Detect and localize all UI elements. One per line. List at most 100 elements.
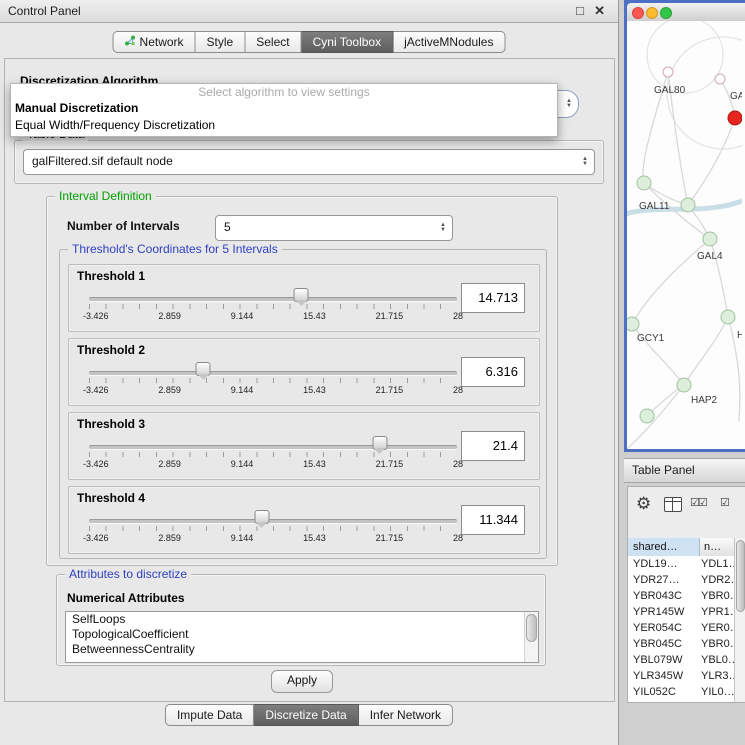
table-row[interactable]: YLR345WYLR3… (628, 668, 735, 684)
threshold-label: Threshold 1 (77, 269, 145, 283)
apply-button[interactable]: Apply (271, 670, 333, 693)
tick-label: 2.859 (158, 533, 181, 543)
network-node[interactable] (627, 317, 639, 331)
threshold-value-field[interactable]: 11.344 (461, 505, 525, 535)
tick-label: 9.144 (231, 459, 254, 469)
tab-label: Cyni Toolbox (313, 32, 381, 52)
threshold-slider[interactable]: -3.426 2.859 9.144 15.43 21.715 28 (89, 511, 457, 551)
network-node[interactable] (715, 74, 725, 84)
tab-label: Select (256, 32, 289, 52)
select-column-icon[interactable]: ☑ (720, 496, 730, 509)
network-node[interactable] (640, 409, 654, 423)
network-node[interactable] (703, 232, 717, 246)
node-table: ⚙ ☑☑ ☑ shared… n… YDL19…YDL1…YDR27…YDR2…… (627, 486, 745, 703)
cyni-mode-tab-bar: Impute Data Discretize Data Infer Networ… (165, 704, 453, 726)
threshold-1-panel: Threshold 1 -3.426 2.859 9.144 15.43 21.… (68, 264, 540, 332)
table-row[interactable]: YDL19…YDL1… (628, 556, 735, 572)
tab-jactivemnodules[interactable]: jActiveMNodules (393, 31, 505, 53)
table-row[interactable]: YER054CYER0… (628, 620, 735, 636)
threshold-value-field[interactable]: 14.713 (461, 283, 525, 313)
tab-infer-network[interactable]: Infer Network (359, 704, 453, 726)
threshold-slider[interactable]: -3.426 2.859 9.144 15.43 21.715 28 (89, 363, 457, 403)
tab-label: Discretize Data (265, 705, 346, 725)
table-cell: YLR345W (628, 668, 699, 684)
table-cell: YLR3… (699, 668, 735, 684)
threshold-value-field[interactable]: 21.4 (461, 431, 525, 461)
threshold-slider[interactable]: -3.426 2.859 9.144 15.43 21.715 28 (89, 289, 457, 329)
table-scrollbar[interactable] (734, 538, 745, 702)
table-row[interactable]: YDR27…YDR2… (628, 572, 735, 588)
intervals-count-combobox[interactable]: 5 ▲▼ (215, 215, 453, 241)
table-header-row: shared… n… (628, 538, 745, 557)
tab-style[interactable]: Style (196, 31, 246, 53)
list-scrollbar[interactable] (524, 612, 538, 662)
network-node[interactable] (728, 111, 742, 125)
slider-ticks (89, 452, 457, 457)
tab-cyni-toolbox[interactable]: Cyni Toolbox (302, 31, 393, 53)
table-data-combobox[interactable]: galFiltered.sif default node ▲▼ (23, 149, 595, 175)
table-row[interactable]: YBR045CYBR0… (628, 636, 735, 652)
tick-label: 2.859 (158, 459, 181, 469)
select-all-columns-icon[interactable]: ☑☑ (690, 496, 706, 509)
slider-ticks (89, 526, 457, 531)
intervals-count-label: Number of Intervals (67, 219, 180, 233)
table-cell: YDL19… (628, 556, 699, 572)
tab-select[interactable]: Select (245, 31, 301, 53)
slider-ticks (89, 378, 457, 383)
threshold-value-field[interactable]: 6.316 (461, 357, 525, 387)
list-item[interactable]: BetweennessCentrality (66, 642, 538, 657)
table-row[interactable]: YBL079WYBL0… (628, 652, 735, 668)
table-row[interactable]: YBR043CYBR0… (628, 588, 735, 604)
dropdown-option-manual[interactable]: Manual Discretization (11, 100, 557, 117)
slider-track[interactable] (89, 297, 457, 302)
window-title: Control Panel (8, 0, 81, 22)
network-node[interactable] (637, 176, 651, 190)
tab-discretize-data[interactable]: Discretize Data (254, 704, 358, 726)
attributes-list[interactable]: SelfLoopsTopologicalCoefficientBetweenne… (65, 611, 539, 663)
tick-label: 21.715 (376, 311, 404, 321)
gear-icon[interactable]: ⚙ (636, 494, 651, 514)
network-node[interactable] (681, 198, 695, 212)
scrollbar-thumb[interactable] (736, 540, 745, 612)
table-row[interactable]: YIL052CYIL0… (628, 684, 735, 700)
threshold-slider[interactable]: -3.426 2.859 9.144 15.43 21.715 28 (89, 437, 457, 477)
network-canvas[interactable]: GAL80GAGAL11GAL4GCY1HHAP2 (627, 21, 745, 449)
minimize-traffic-light[interactable] (646, 7, 658, 19)
table-row[interactable]: YPR145WYPR1… (628, 604, 735, 620)
maximize-traffic-light[interactable] (660, 7, 672, 19)
list-item[interactable]: SelfLoops (66, 612, 538, 627)
close-traffic-light[interactable] (632, 7, 644, 19)
dropdown-placeholder-item[interactable]: Select algorithm to view settings (11, 84, 557, 100)
network-window-titlebar[interactable] (627, 3, 745, 22)
column-header-shared-name[interactable]: shared… (628, 538, 700, 556)
slider-track[interactable] (89, 371, 457, 376)
network-node[interactable] (663, 67, 673, 77)
network-node[interactable] (721, 310, 735, 324)
list-item[interactable]: TopologicalCoefficient (66, 627, 538, 642)
slider-track[interactable] (89, 445, 457, 450)
table-cell: YBR043C (628, 588, 699, 604)
tab-network[interactable]: Network (113, 31, 196, 53)
slider-thumb[interactable] (294, 288, 309, 302)
columns-icon[interactable] (664, 497, 682, 512)
table-cell: YBR045C (628, 636, 699, 652)
table-cell: YBL079W (628, 652, 699, 668)
intervals-count-value: 5 (224, 216, 430, 238)
slider-tick-labels: -3.426 2.859 9.144 15.43 21.715 28 (83, 459, 463, 469)
slider-track[interactable] (89, 519, 457, 524)
slider-thumb[interactable] (254, 510, 269, 524)
attributes-group-title: Attributes to discretize (65, 567, 191, 581)
float-window-icon[interactable]: □ (576, 0, 584, 22)
dropdown-option-equal-width[interactable]: Equal Width/Frequency Discretization (11, 117, 557, 134)
slider-thumb[interactable] (372, 436, 387, 450)
close-icon[interactable]: ✕ (594, 0, 605, 22)
table-cell: YPR1… (699, 604, 735, 620)
tab-label: Style (207, 32, 234, 52)
network-node[interactable] (677, 378, 691, 392)
tick-label: 21.715 (376, 533, 404, 543)
tab-impute-data[interactable]: Impute Data (165, 704, 254, 726)
scrollbar-thumb[interactable] (526, 614, 537, 642)
slider-thumb[interactable] (196, 362, 211, 376)
table-cell: YIL0… (699, 684, 735, 700)
table-cell: YDL1… (699, 556, 735, 572)
